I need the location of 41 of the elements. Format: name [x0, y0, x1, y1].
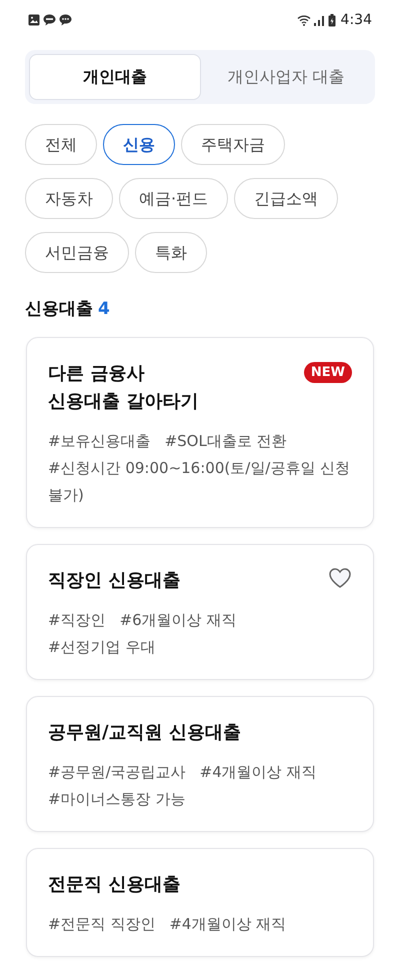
battery-icon [328, 14, 336, 26]
hashtag: #직장인 [48, 610, 106, 630]
filter-chip[interactable]: 자동차 [25, 178, 113, 219]
loan-card[interactable]: 공무원/교직원 신용대출 #공무원/국공립교사 #4개월이상 재직 #마이너스통장 가능 [26, 696, 374, 832]
loan-type-tab[interactable]: 개인사업자 대출 [201, 54, 371, 100]
hashtag: #6개월이상 재직 [120, 610, 236, 630]
result-count: 4 [98, 298, 110, 321]
hashtag: #마이너스통장 가능 [48, 788, 186, 810]
filter-chip[interactable]: 긴급소액 [234, 178, 338, 219]
chat-bubble-icon [59, 14, 72, 26]
hashtag: #4개월이상 재직 [169, 914, 286, 934]
card-title: 전문직 신용대출 [48, 872, 180, 896]
status-time: 4:34 [340, 10, 372, 30]
new-badge: NEW [304, 362, 352, 383]
card-title: 직장인 신용대출 [48, 568, 180, 592]
filter-chip[interactable]: 예금·펀드 [119, 178, 228, 219]
hashtag: #SOL대출로 전환 [164, 430, 287, 452]
loan-type-tab[interactable]: 개인대출 [29, 54, 201, 100]
filter-chip[interactable]: 주택자금 [181, 124, 285, 165]
gallery-icon [28, 14, 40, 26]
filter-chip[interactable]: 전체 [25, 124, 97, 165]
card-title: 다른 금융사 [48, 362, 146, 386]
hashtag: #선정기업 우대 [48, 636, 156, 658]
filter-chip[interactable]: 신용 [103, 124, 175, 165]
loan-card[interactable]: 전문직 신용대출 #전문직 직장인 #4개월이상 재직 [26, 848, 374, 956]
filter-chip[interactable]: 특화 [135, 232, 207, 273]
hashtag: #보유신용대출 [48, 430, 151, 452]
card-title: 신용대출 갈아타기 [48, 390, 198, 414]
section-title: 신용대출 [25, 298, 93, 321]
hashtag: #전문직 직장인 [48, 914, 156, 934]
loan-card[interactable]: 다른 금융사 신용대출 갈아타기 NEW #보유신용대출 #SOL대출로 전환 #신청시간 09:00~16:00(토/일/공휴일 신청불가) [26, 336, 374, 528]
heart-icon[interactable] [328, 566, 352, 588]
wifi-icon [296, 14, 311, 26]
loan-card[interactable]: 직장인 신용대출 #직장인 #6개월이상 재직 #선정기업 우대 [26, 544, 374, 680]
hashtag: #신청시간 09:00~16:00(토/일/공휴일 신청불가) [48, 458, 352, 506]
card-title: 공무원/교직원 신용대출 [48, 720, 241, 744]
signal-icon [314, 14, 325, 26]
chat-bubble-icon [43, 14, 56, 26]
hashtag: #4개월이상 재직 [200, 762, 317, 782]
hashtag: #공무원/국공립교사 [48, 762, 186, 782]
filter-chip[interactable]: 서민금융 [25, 232, 129, 273]
